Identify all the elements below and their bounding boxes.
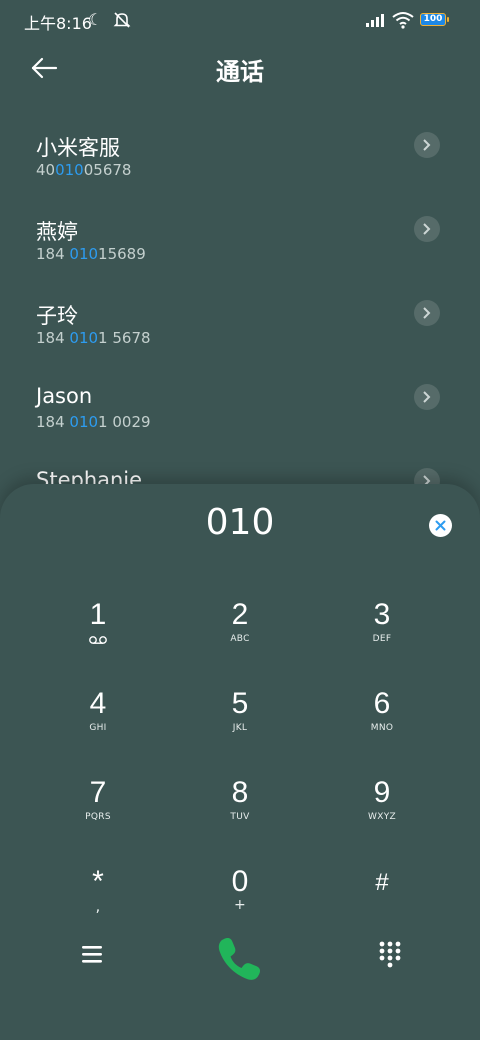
clear-input-button[interactable] [429,514,452,537]
status-bar: 上午8:16 ☾ 100 [0,0,480,40]
key-digit: 6 [373,687,391,720]
contact-name: 燕婷 [36,220,78,244]
key-letters: TUV [230,812,250,822]
page-title: 通话 [216,58,264,86]
contact-row[interactable]: 燕婷 184 01015689 [0,194,480,278]
key-letters: JKL [232,723,248,733]
chevron-right-icon [423,139,431,151]
key-letters: MNO [370,723,394,733]
close-icon [435,520,446,531]
do-not-disturb-icon: ☾ [88,10,103,29]
key-letters: DEF [372,634,392,644]
contact-row[interactable]: Jason 184 0101 0029 [0,362,480,446]
contact-number: 184 0101 5678 [36,329,151,347]
key-digit: 7 [89,776,107,809]
menu-icon[interactable] [78,942,106,966]
contact-row[interactable]: 小米客服 4001005678 [0,110,480,194]
dial-key-3[interactable]: 3 DEF [322,590,442,660]
dial-key-8[interactable]: 8 TUV [180,768,300,838]
contact-name: 子玲 [36,304,78,328]
dial-key-0[interactable]: 0 + [180,857,300,927]
key-digit: 9 [373,776,391,809]
contact-name: 小米客服 [36,136,120,160]
key-letters: , [95,897,101,915]
contact-detail-button[interactable] [414,216,440,242]
key-digit: * [92,865,104,898]
status-time: 上午8:16 [24,14,92,33]
key-digit: 4 [89,687,107,720]
key-digit: 0 [231,865,249,898]
dial-key-star[interactable]: * , [38,857,158,927]
contact-row[interactable]: 子玲 184 0101 5678 [0,278,480,362]
dialpad-grid-icon[interactable] [378,940,402,968]
dial-key-1[interactable]: 1 [38,590,158,660]
key-digit: 5 [231,687,249,720]
key-digit: 1 [89,598,107,631]
contact-number: 184 01015689 [36,245,146,263]
dial-key-2[interactable]: 2 ABC [180,590,300,660]
key-letters: GHI [89,723,107,733]
key-letters: + [233,897,247,913]
dial-key-9[interactable]: 9 WXYZ [322,768,442,838]
key-digit: 2 [231,598,249,631]
key-letters: WXYZ [368,812,396,822]
dialed-number-display: 010 [205,502,275,543]
contact-number: 4001005678 [36,161,132,179]
cellular-signal-icon [366,14,384,27]
chevron-right-icon [423,307,431,319]
key-digit: 3 [373,598,391,631]
key-digit: 8 [231,776,249,809]
chevron-right-icon [423,223,431,235]
phone-icon[interactable] [214,932,266,984]
chevron-right-icon [423,391,431,403]
dial-key-4[interactable]: 4 GHI [38,679,158,749]
dial-key-hash[interactable]: # [322,857,442,927]
notifications-muted-icon [113,12,131,28]
contact-detail-button[interactable] [414,384,440,410]
key-letters: PQRS [85,812,111,822]
battery-icon: 100 [420,13,449,26]
dial-key-5[interactable]: 5 JKL [180,679,300,749]
contact-detail-button[interactable] [414,300,440,326]
contact-name: Jason [36,384,93,408]
dialpad-panel: 010 1 2 ABC 3 DEF 4 GHI 5 JKL 6 MNO 7 PQ… [0,484,480,1040]
key-letters: ABC [230,634,250,644]
contact-number: 184 0101 0029 [36,413,151,431]
contact-detail-button[interactable] [414,132,440,158]
wifi-icon [392,12,414,29]
voicemail-icon [89,636,107,644]
dial-key-6[interactable]: 6 MNO [322,679,442,749]
dial-key-7[interactable]: 7 PQRS [38,768,158,838]
key-digit: # [375,869,389,896]
